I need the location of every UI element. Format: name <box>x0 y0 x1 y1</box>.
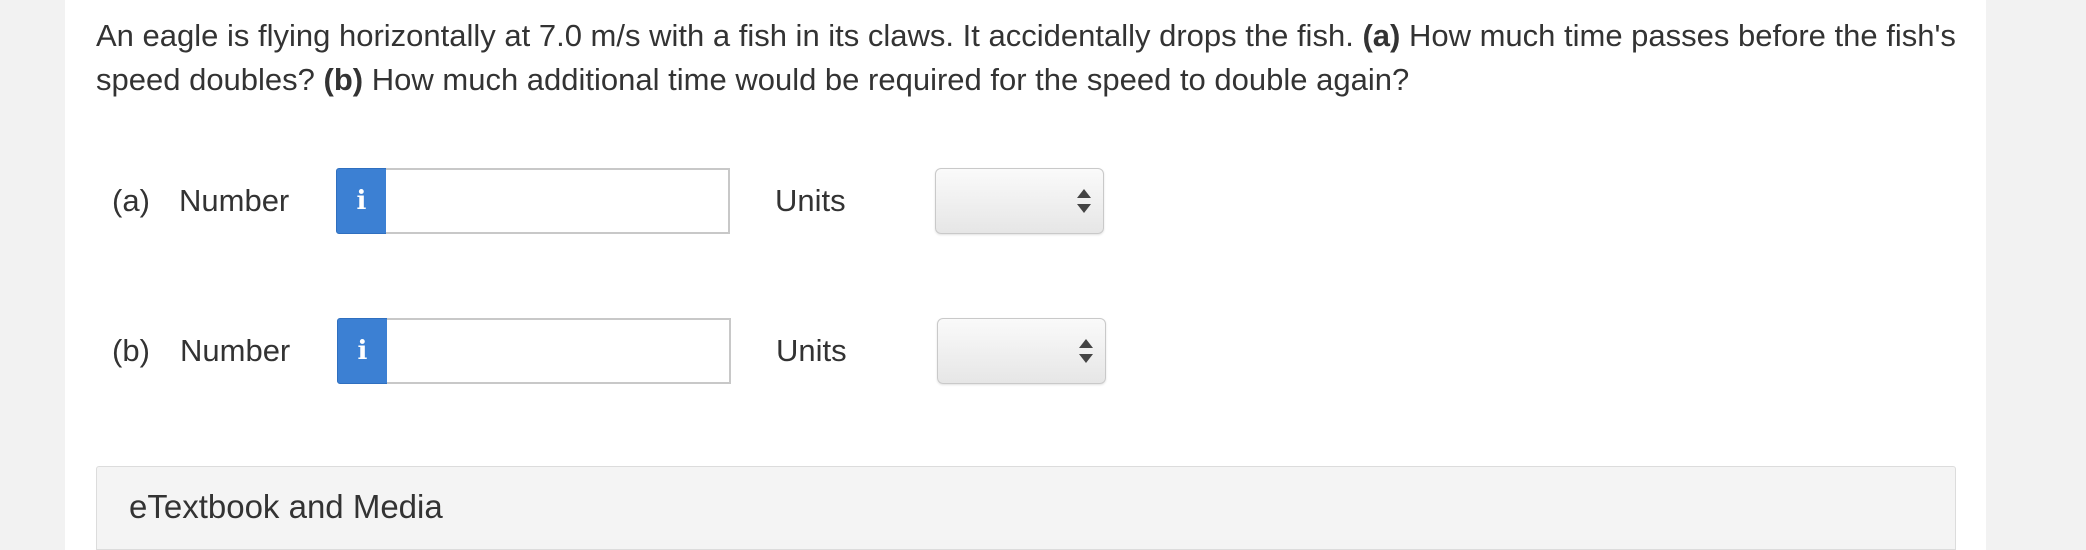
number-input[interactable] <box>386 168 730 234</box>
question-page: An eagle is flying horizontally at 7.0 m… <box>65 0 1986 550</box>
select-arrows-icon <box>1079 339 1093 363</box>
part-label: (b) <box>112 333 150 368</box>
units-select[interactable] <box>935 168 1104 234</box>
units-label: Units <box>776 333 847 368</box>
answer-row-b: (b) Number i Units <box>112 318 1112 384</box>
select-arrows-icon <box>1077 189 1091 213</box>
answer-row-a: (a) Number i Units <box>112 168 1112 234</box>
part-b-tag: (b) <box>323 62 364 97</box>
part-label: (a) <box>112 183 150 218</box>
number-label: Number <box>180 333 291 368</box>
number-input[interactable] <box>387 318 731 384</box>
units-label: Units <box>775 183 846 218</box>
info-icon[interactable]: i <box>337 318 388 384</box>
info-icon[interactable]: i <box>336 168 387 234</box>
part-b-text: How much additional time would be requir… <box>371 62 1410 97</box>
number-label: Number <box>179 183 290 218</box>
question-text: An eagle is flying horizontally at 7.0 m… <box>96 14 1996 102</box>
part-a-tag: (a) <box>1362 18 1401 53</box>
question-intro: An eagle is flying horizontally at 7.0 m… <box>96 18 1354 53</box>
units-select[interactable] <box>937 318 1106 384</box>
etextbook-title[interactable]: eTextbook and Media <box>129 485 443 529</box>
etextbook-panel[interactable]: eTextbook and Media <box>96 466 1956 550</box>
